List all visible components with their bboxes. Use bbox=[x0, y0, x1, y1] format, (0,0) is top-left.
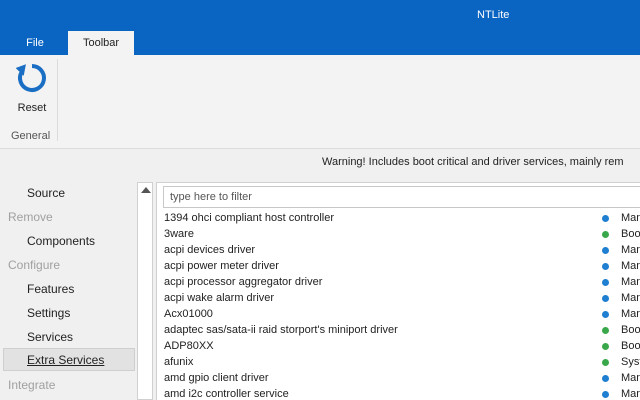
scroll-up-arrow-icon[interactable] bbox=[141, 187, 151, 193]
status-dot-icon bbox=[602, 215, 609, 222]
table-row[interactable]: adaptec sas/sata-ii raid storport's mini… bbox=[157, 323, 640, 339]
startup-type: Man bbox=[621, 260, 640, 272]
status-dot-icon bbox=[602, 295, 609, 302]
status-dot-icon bbox=[602, 327, 609, 334]
group-divider bbox=[57, 59, 58, 141]
table-row[interactable]: acpi processor aggregator driver Man bbox=[157, 275, 640, 291]
service-name: acpi wake alarm driver bbox=[164, 292, 275, 304]
service-name: ADP80XX bbox=[164, 340, 214, 352]
status-dot-icon bbox=[602, 375, 609, 382]
status-dot-icon bbox=[602, 231, 609, 238]
startup-type: Man bbox=[621, 244, 640, 256]
reset-button[interactable]: Reset bbox=[8, 60, 56, 120]
service-name: 3ware bbox=[164, 228, 194, 240]
startup-type: Boo bbox=[621, 228, 640, 240]
startup-type: Boo bbox=[621, 324, 640, 336]
startup-type: Man bbox=[621, 212, 640, 224]
service-name: acpi processor aggregator driver bbox=[164, 276, 323, 288]
table-row[interactable]: 3ware Boo bbox=[157, 227, 640, 243]
service-name: adaptec sas/sata-ii raid storport's mini… bbox=[164, 324, 398, 336]
sidebar-item-source[interactable]: Source bbox=[27, 186, 65, 200]
sidebar-category-integrate: Integrate bbox=[8, 378, 56, 392]
status-dot-icon bbox=[602, 311, 609, 318]
sidebar-item-services[interactable]: Services bbox=[27, 330, 73, 344]
sidebar-item-label: Extra Services bbox=[27, 353, 105, 367]
service-name: amd i2c controller service bbox=[164, 388, 289, 400]
table-row[interactable]: amd gpio client driver Man bbox=[157, 371, 640, 387]
table-row[interactable]: acpi power meter driver Man bbox=[157, 259, 640, 275]
table-row[interactable]: acpi devices driver Man bbox=[157, 243, 640, 259]
service-name: acpi power meter driver bbox=[164, 260, 279, 272]
service-name: afunix bbox=[164, 356, 194, 368]
status-dot-icon bbox=[602, 263, 609, 270]
sidebar-item-settings[interactable]: Settings bbox=[27, 306, 70, 320]
status-dot-icon bbox=[602, 247, 609, 254]
refresh-icon bbox=[16, 64, 46, 92]
table-row[interactable]: acpi wake alarm driver Man bbox=[157, 291, 640, 307]
startup-type: Man bbox=[621, 308, 640, 320]
sidebar-category-remove: Remove bbox=[8, 210, 53, 224]
ribbon: Reset General bbox=[0, 55, 640, 149]
status-dot-icon bbox=[602, 359, 609, 366]
startup-type: Man bbox=[621, 276, 640, 288]
warning-bar: Warning! Includes boot critical and driv… bbox=[0, 149, 640, 176]
table-row[interactable]: Acx01000 Man bbox=[157, 307, 640, 323]
sidebar: Source Remove Components Configure Featu… bbox=[0, 176, 136, 400]
service-name: Acx01000 bbox=[164, 308, 213, 320]
startup-type: Man bbox=[621, 292, 640, 304]
table-row[interactable]: afunix Syst bbox=[157, 355, 640, 371]
services-list: 1394 ohci compliant host controllerMan3w… bbox=[156, 182, 640, 400]
sidebar-item-features[interactable]: Features bbox=[27, 282, 74, 296]
service-name: 1394 ohci compliant host controller bbox=[164, 212, 334, 224]
scrollbar[interactable] bbox=[137, 182, 153, 400]
status-dot-icon bbox=[602, 279, 609, 286]
startup-type: Syst bbox=[621, 356, 640, 368]
sidebar-item-extra-services[interactable]: Extra Services bbox=[3, 348, 135, 371]
startup-type: Man bbox=[621, 388, 640, 400]
status-dot-icon bbox=[602, 343, 609, 350]
sidebar-item-components[interactable]: Components bbox=[27, 234, 95, 248]
status-dot-icon bbox=[602, 391, 609, 398]
startup-type: Boo bbox=[621, 340, 640, 352]
tab-file[interactable]: File bbox=[12, 31, 58, 55]
table-row[interactable]: ADP80XX Boo bbox=[157, 339, 640, 355]
reset-label: Reset bbox=[17, 102, 47, 114]
group-label-general: General bbox=[11, 130, 51, 142]
warning-text: Warning! Includes boot critical and driv… bbox=[322, 156, 624, 168]
title-bar: NTLite File Toolbar bbox=[0, 0, 640, 55]
service-name: acpi devices driver bbox=[164, 244, 256, 256]
sidebar-category-configure: Configure bbox=[8, 258, 61, 272]
startup-type: Man bbox=[621, 372, 640, 384]
window-title: NTLite bbox=[477, 9, 510, 21]
table-row[interactable]: amd i2c controller service Man bbox=[157, 387, 640, 400]
filter-input[interactable] bbox=[163, 186, 640, 208]
service-name: amd gpio client driver bbox=[164, 372, 269, 384]
tab-toolbar[interactable]: Toolbar bbox=[68, 31, 134, 55]
table-row[interactable]: 1394 ohci compliant host controller Man bbox=[157, 211, 640, 227]
